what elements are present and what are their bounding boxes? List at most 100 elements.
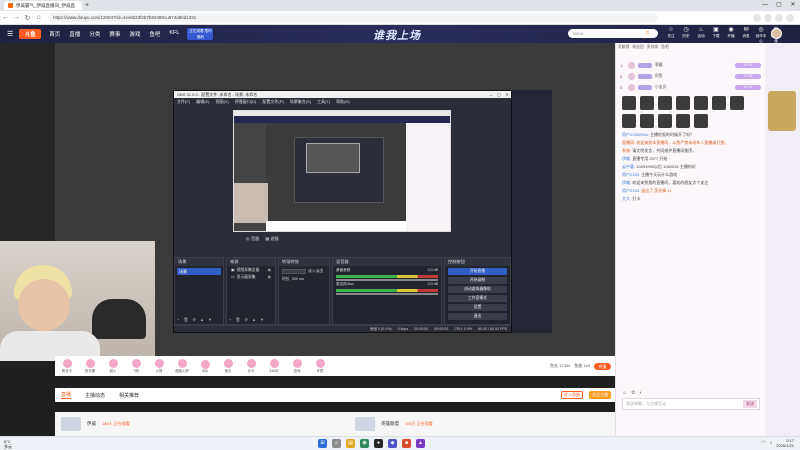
emoji-icon[interactable]: ☺ [622,390,627,396]
delete-icon[interactable]: 🗑 [235,317,240,322]
menu-edit[interactable]: 编辑(E) [196,99,209,105]
nav-item[interactable]: 分类 [89,30,100,38]
exit-button[interactable]: 退出 [448,313,507,320]
chat-tab[interactable]: 贵宾席 [647,45,658,57]
rank-row[interactable]: 1 荣耀 LV 62 [620,61,761,70]
browser-tab[interactable]: 伊威霸气_伊威直播间_伊威直播视频 ✕ [4,1,82,10]
forward-icon[interactable]: → [11,14,22,21]
nav-item[interactable]: 直播 [69,30,80,38]
reload-icon[interactable]: ↻ [22,14,33,22]
volume-slider[interactable] [336,279,438,281]
viewer-avatar[interactable] [658,96,672,110]
dock-tab-filters[interactable]: ▦ 滤镜 [265,236,279,242]
gift-item[interactable]: 超火 [105,359,121,373]
clock[interactable]: 2:17 2026/1/21 [776,438,794,448]
minimize-icon[interactable]: — [487,92,495,97]
add-icon[interactable]: + [177,317,179,322]
donate-button[interactable]: 投入鱼翅 [561,391,583,399]
nav-item[interactable]: 游戏 [129,30,140,38]
rank-row[interactable]: 3 小宝贝 LV 51 [620,83,761,92]
viewer-avatar[interactable] [622,96,636,110]
start-recording-button[interactable]: 开始录制 [448,277,507,284]
address-bar[interactable]: https://www.douyu.com/12004?rid=4xv6b23f… [48,13,658,22]
search-input[interactable]: tarna [573,31,646,36]
gift-item[interactable]: 鱼丸 [220,359,236,373]
header-icon-history[interactable]: ◷ 历史 [680,27,692,44]
header-icon-download[interactable]: ▣ 下载 [710,27,722,44]
nav-item[interactable]: 赛事 [109,30,120,38]
app-icon[interactable]: ■ [402,439,411,448]
chat-user[interactable]: 大大: [622,196,631,201]
header-icon-activity[interactable]: ♨ 活动 [695,27,707,44]
virtual-camera-button[interactable]: 启动虚拟摄像机 [448,286,507,293]
promo-badge[interactable]: 正在观看 限时福利 [187,28,214,40]
gift-item[interactable]: 火箭 [151,359,167,373]
viewer-avatar[interactable] [658,114,672,128]
menu-tools[interactable]: 工具(T) [317,99,330,105]
hamburger-menu-icon[interactable]: ☰ [7,30,13,38]
chat-tab[interactable]: 鱼吧 [661,45,669,57]
nav-item[interactable]: KFL [169,30,179,38]
header-icon-follow[interactable]: ☆ 关注 [665,27,677,44]
gear-icon[interactable]: ⚙ [192,317,196,322]
transition-select-row[interactable]: 淡入淡出 [282,268,326,274]
maximize-icon[interactable]: ▢ [772,0,786,11]
color-icon[interactable]: ◐ [639,390,642,396]
follow-button[interactable]: 关注主播 [589,391,611,399]
source-item[interactable]: ▭ 显示器采集 ◉ [229,274,273,280]
visibility-eye-icon[interactable]: ◉ [268,267,271,273]
viewer-avatar[interactable] [676,114,690,128]
chat-input-box[interactable]: 发送弹幕，与主播互动 发送 [622,398,760,410]
tab-updates[interactable]: 主播动态 [85,392,105,399]
file-explorer-icon[interactable]: ▤ [346,439,355,448]
menu-help[interactable]: 帮助(H) [336,99,350,105]
chat-user[interactable]: 伊威: [622,156,631,161]
chat-user[interactable]: 用户21532064: [622,132,649,137]
extension-icon[interactable] [764,13,772,22]
header-icon-messages[interactable]: ✉ 消息 [740,27,752,44]
gift-item[interactable]: 游戏 [289,359,305,373]
viewer-avatar[interactable] [622,114,636,128]
wifi-icon[interactable]: ◠ [761,440,765,446]
browser-app-icon[interactable]: ◉ [360,439,369,448]
tab-live[interactable]: 直播 [61,391,72,399]
nav-item[interactable]: 鱼吧 [149,30,160,38]
obs-window[interactable]: OBS 31.0.0 - 配置文件: 未命名 - 场景: 未命名 — ▢ ✕ 文… [173,90,512,333]
send-button[interactable]: 发送 [743,400,757,408]
volume-icon[interactable]: ♪ [770,440,773,446]
move-up-icon[interactable]: ▲ [252,317,256,322]
user-avatar[interactable] [771,28,782,39]
viewer-avatar[interactable] [694,96,708,110]
visibility-eye-icon[interactable]: ◉ [268,274,271,280]
minimize-icon[interactable]: — [758,0,772,11]
volume-slider[interactable] [336,293,438,295]
home-icon[interactable]: ⌂ [33,14,44,21]
maximize-icon[interactable]: ▢ [495,92,503,97]
viewer-avatar[interactable] [712,96,726,110]
rec-card[interactable]: 英雄联盟 195万 正在观看 [355,417,433,431]
gift-item[interactable]: 粉丝卡 [59,359,75,373]
source-item[interactable]: ▣ 视频采集设备 ◉ [229,267,273,273]
recharge-button[interactable]: 充值 [594,362,611,370]
settings-button[interactable]: 设置 [448,304,507,311]
duration-value[interactable]: 300 ms [292,277,304,281]
gift-item[interactable]: 许愿 [312,359,328,373]
viewer-avatar[interactable] [730,96,744,110]
new-tab-button[interactable]: + [85,2,89,9]
rank-row[interactable]: 2 阿鱼 LV 58 [620,72,761,81]
extension-icon[interactable] [753,13,761,22]
move-down-icon[interactable]: ▼ [208,317,212,322]
chat-user[interactable]: 伊威: [622,180,631,185]
start-streaming-button[interactable]: 开始直播 [448,268,507,275]
gift-item[interactable]: 荧光棒 [82,359,98,373]
chat-user[interactable]: 用户2153: [622,172,640,177]
menu-docks[interactable]: 停靠窗口(D) [235,99,257,105]
scene-item[interactable]: 场景 [177,268,221,275]
menu-profile[interactable]: 配置文件(P) [262,99,283,105]
nav-item[interactable]: 首页 [49,30,60,38]
obs-preview-canvas[interactable] [233,110,451,232]
menu-view[interactable]: 视图(V) [215,99,228,105]
move-down-icon[interactable]: ▼ [260,317,264,322]
dock-tab-volume[interactable]: ◎ 音量 [246,236,259,242]
search-icon[interactable]: ⌕ [646,30,658,37]
